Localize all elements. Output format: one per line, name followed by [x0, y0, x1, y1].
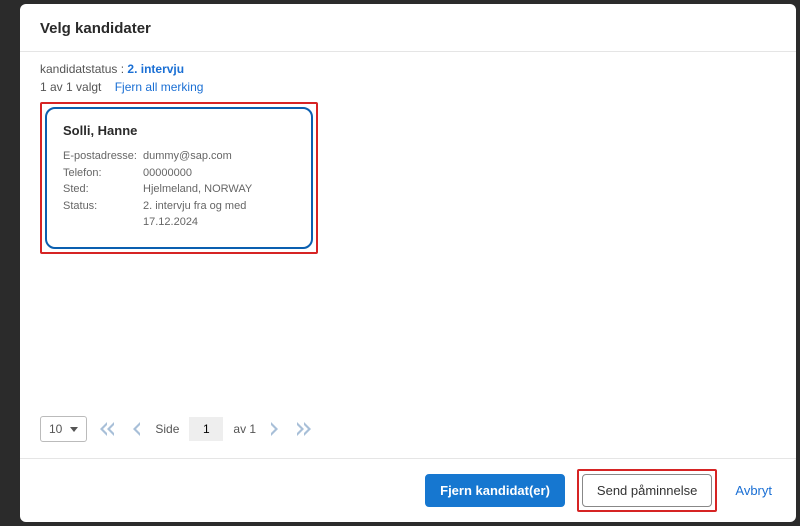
candidate-status-line: kandidatstatus : 2. intervju [40, 62, 776, 76]
dialog-body: kandidatstatus : 2. intervju 1 av 1 valg… [20, 52, 796, 406]
detail-row-status: Status: 2. intervju fra og med 17.12.202… [63, 198, 295, 231]
candidate-name: Solli, Hanne [63, 123, 295, 138]
first-page-button[interactable] [95, 420, 119, 438]
status-label: kandidatstatus : [40, 62, 124, 76]
detail-row-location: Sted: Hjelmeland, NORWAY [63, 181, 295, 198]
cancel-button[interactable]: Avbryt [729, 475, 778, 506]
chevron-left-icon [131, 422, 141, 436]
detail-row-phone: Telefon: 00000000 [63, 165, 295, 182]
page-size-value: 10 [49, 422, 62, 436]
location-value: Hjelmeland, NORWAY [143, 181, 252, 198]
pagination-bar: 10 Side av 1 [20, 406, 796, 458]
last-page-button[interactable] [292, 420, 316, 438]
selection-count: 1 av 1 valgt [40, 80, 101, 94]
prev-page-button[interactable] [127, 420, 145, 438]
next-page-button[interactable] [266, 420, 284, 438]
dialog-title: Velg kandidater [40, 20, 776, 37]
select-candidates-dialog: Velg kandidater kandidatstatus : 2. inte… [20, 4, 796, 522]
status-detail-label: Status: [63, 198, 143, 231]
deselect-all-link[interactable]: Fjern all merking [115, 80, 204, 94]
annotation-highlight-send: Send påminnelse [577, 469, 717, 512]
location-label: Sted: [63, 181, 143, 198]
status-value: 2. intervju [127, 62, 184, 76]
double-chevron-left-icon [99, 422, 115, 436]
phone-label: Telefon: [63, 165, 143, 182]
page-size-select[interactable]: 10 [40, 416, 87, 442]
page-label-side: Side [155, 422, 179, 436]
remove-candidate-button[interactable]: Fjern kandidat(er) [425, 474, 565, 507]
chevron-right-icon [270, 422, 280, 436]
selection-summary-line: 1 av 1 valgt Fjern all merking [40, 80, 776, 94]
status-detail-value: 2. intervju fra og med 17.12.2024 [143, 198, 295, 231]
email-value: dummy@sap.com [143, 148, 232, 165]
candidate-details: E-postadresse: dummy@sap.com Telefon: 00… [63, 148, 295, 231]
double-chevron-right-icon [296, 422, 312, 436]
current-page-input[interactable] [189, 417, 223, 441]
send-reminder-button[interactable]: Send påminnelse [582, 474, 712, 507]
detail-row-email: E-postadresse: dummy@sap.com [63, 148, 295, 165]
candidate-card[interactable]: Solli, Hanne E-postadresse: dummy@sap.co… [45, 107, 313, 249]
dialog-header: Velg kandidater [20, 4, 796, 52]
phone-value: 00000000 [143, 165, 192, 182]
email-label: E-postadresse: [63, 148, 143, 165]
dialog-footer: Fjern kandidat(er) Send påminnelse Avbry… [20, 458, 796, 522]
chevron-down-icon [70, 427, 78, 432]
annotation-highlight-card: Solli, Hanne E-postadresse: dummy@sap.co… [40, 102, 318, 254]
page-total-label: av 1 [233, 422, 256, 436]
